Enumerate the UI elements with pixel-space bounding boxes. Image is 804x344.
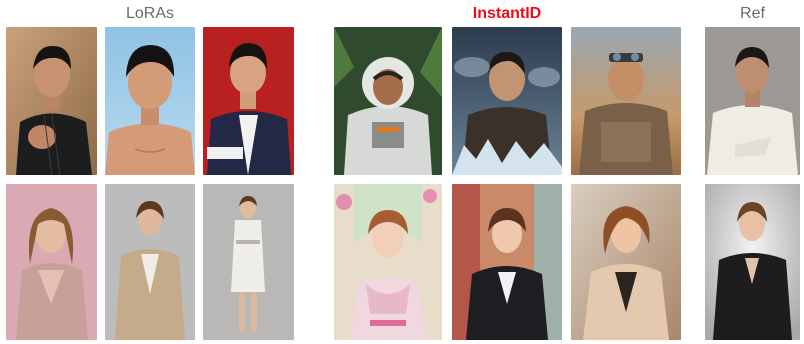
ref-male-photo	[705, 27, 800, 175]
lora-male-photo-1	[6, 27, 97, 175]
instantid-male-photo-1	[334, 27, 442, 175]
lora-female-photo-3	[203, 184, 294, 340]
instantid-female-photo-1	[334, 184, 442, 340]
loras-header: LoRAs	[125, 5, 175, 22]
instantid-header: InstantID	[472, 5, 542, 22]
lora-male-photo-2	[105, 27, 195, 175]
lora-female-photo-1	[6, 184, 97, 340]
instantid-male-photo-3	[571, 27, 681, 175]
ref-female-photo	[705, 184, 800, 340]
instantid-female-photo-3	[571, 184, 681, 340]
lora-female-photo-2	[105, 184, 195, 340]
instantid-female-photo-2	[452, 184, 562, 340]
instantid-male-photo-2	[452, 27, 562, 175]
lora-male-photo-3	[203, 27, 294, 175]
ref-header: Ref	[740, 5, 765, 22]
